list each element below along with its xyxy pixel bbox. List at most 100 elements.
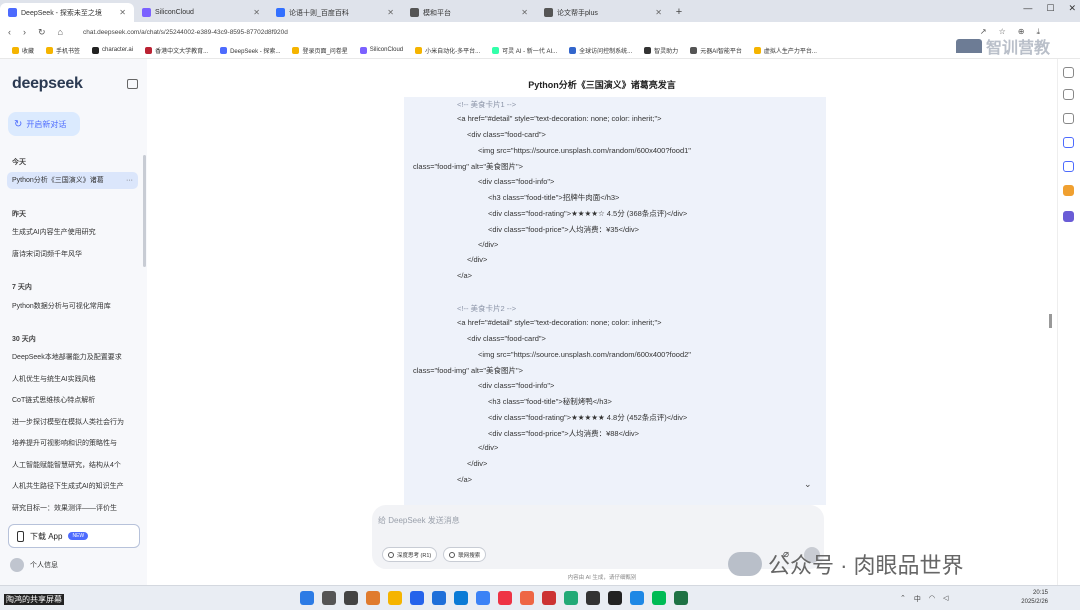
code-line: <div class="food-rating">★★★★☆ 4.5分 (368… — [488, 209, 688, 218]
compass-icon[interactable] — [1063, 113, 1074, 124]
wps-icon[interactable] — [542, 591, 556, 605]
deepthink-button[interactable]: 深度思考 (R1) — [382, 547, 438, 562]
taskbar-clock[interactable]: 20:15 2025/2/26 — [1021, 589, 1048, 607]
history-item[interactable]: Python数据分析与可视化常用库 — [12, 301, 138, 311]
tab-siliconcloud[interactable]: SiliconCloud ✕ — [134, 3, 268, 22]
bookmark-item[interactable]: 小米自动化-多平台... — [415, 46, 480, 55]
history-item[interactable]: 人工智能赋能智慧研究，结构从4个 — [12, 460, 138, 470]
code-line: </div> — [467, 459, 488, 468]
history-item[interactable]: 培养提升可视影响和识的策略性与 — [12, 438, 138, 448]
input-method-indicator[interactable]: 中 — [914, 594, 921, 604]
edge-icon[interactable] — [454, 591, 468, 605]
code-line: class="food-img" alt="美食图片"> — [413, 366, 524, 375]
wechat-app-icon[interactable] — [564, 591, 578, 605]
history-item[interactable]: 生成式AI内容生产使用研究 — [12, 227, 138, 237]
excel-icon[interactable] — [674, 591, 688, 605]
watermark-logo-icon — [955, 39, 982, 53]
avatar — [10, 558, 24, 572]
history-item[interactable]: DeepSeek本地部署能力及配置要求 — [12, 352, 138, 362]
more-options-icon[interactable]: ··· — [126, 172, 133, 189]
reload-icon[interactable]: ↻ — [38, 27, 46, 38]
app-icon[interactable] — [520, 591, 534, 605]
url-input[interactable]: chat.deepseek.com/a/chat/s/25244002-e389… — [83, 29, 968, 36]
bookmark-item[interactable]: character.ai — [92, 46, 133, 54]
share-indicator: 陶鸿的共享屏幕 — [4, 586, 64, 611]
app-icon[interactable] — [608, 591, 622, 605]
bookmark-item[interactable]: SiliconCloud — [359, 46, 403, 54]
new-chat-button[interactable]: ↻ 开启新对话 — [8, 112, 80, 136]
app-icon[interactable] — [1063, 211, 1074, 222]
person-icon[interactable] — [1063, 89, 1074, 100]
bookmark-item[interactable]: 虚拟人生产力平台... — [753, 46, 817, 55]
history-item[interactable]: 人机共生路径下生成式AI的知识生产 — [12, 481, 138, 491]
volume-icon[interactable]: ◁ — [943, 594, 948, 604]
new-tab-button[interactable]: + — [670, 3, 688, 22]
search-icon[interactable] — [322, 591, 336, 605]
history-group-label: 7 天内 — [12, 284, 32, 291]
task-view-icon[interactable] — [344, 591, 358, 605]
history-item[interactable]: CoT链式思维核心特点解析 — [12, 395, 138, 405]
meeting-icon[interactable] — [630, 591, 644, 605]
home-icon[interactable]: ⌂ — [58, 27, 63, 37]
deepthink-icon — [388, 551, 394, 558]
app-icon[interactable] — [652, 591, 666, 605]
bookmark-item[interactable]: 收藏 — [12, 46, 34, 55]
bookmark-item[interactable]: 全球访问控制系统... — [569, 46, 632, 55]
history-item[interactable]: 人机优生与统生AI实践风格 — [12, 374, 138, 384]
close-icon[interactable]: ✕ — [655, 8, 662, 17]
collapse-sidebar-icon[interactable] — [127, 79, 138, 89]
main-scrollbar[interactable] — [1049, 314, 1052, 328]
browser-app-icon[interactable] — [366, 591, 380, 605]
profile-button[interactable]: 个人信息 — [10, 558, 58, 572]
chrome-icon[interactable] — [498, 591, 512, 605]
translate-icon[interactable] — [1063, 137, 1074, 148]
folder-icon — [753, 46, 761, 54]
window-controls: — ☐ ✕ — [1023, 3, 1076, 14]
maximize-icon[interactable]: ☐ — [1046, 3, 1054, 14]
tools-icon[interactable] — [1063, 185, 1074, 196]
tab-deepseek[interactable]: DeepSeek - 探索未至之境 ✕ — [0, 3, 134, 22]
code-line: </div> — [478, 240, 499, 249]
search-icon[interactable] — [1063, 67, 1074, 78]
store-icon[interactable] — [432, 591, 446, 605]
tab-baike[interactable]: 论语十则_百度百科 ✕ — [268, 3, 402, 22]
tray-arrow-icon[interactable]: ⌃ — [900, 594, 906, 604]
bookmark-item[interactable]: 手机书签 — [46, 46, 80, 55]
sidebar-scrollbar[interactable] — [143, 155, 146, 267]
tab-paper[interactable]: 论文帮手plus ✕ — [536, 3, 670, 22]
minimize-icon[interactable]: — — [1023, 3, 1032, 14]
web-search-button[interactable]: 联网搜索 — [443, 547, 487, 562]
history-item-active[interactable]: Python分析《三国演义》诸葛 ··· — [7, 172, 138, 189]
file-explorer-icon[interactable] — [388, 591, 402, 605]
history-item[interactable]: 唐诗宋词词频千年风华 — [12, 249, 138, 259]
mail-icon[interactable] — [410, 591, 424, 605]
app-icon[interactable] — [476, 591, 490, 605]
bookmark-item[interactable]: 登录页面_问卷星 — [292, 46, 348, 55]
bookmark-item[interactable]: 元器AI智能平台 — [690, 46, 742, 55]
zhiling-icon — [644, 46, 652, 54]
code-line: <h3 class="food-title">招牌牛肉面</h3> — [488, 193, 620, 202]
close-icon[interactable]: ✕ — [387, 8, 394, 17]
download-app-button[interactable]: 下载 App NEW — [8, 524, 140, 548]
windows-start-icon[interactable] — [300, 591, 314, 605]
close-window-icon[interactable]: ✕ — [1068, 3, 1076, 14]
history-item[interactable]: 研究目标一：效果测评——评价生 — [12, 503, 138, 513]
history-item[interactable]: 进一步探讨模型在模拟人类社会行为 — [12, 417, 138, 427]
close-icon[interactable]: ✕ — [119, 8, 126, 17]
scroll-down-icon[interactable]: ⌄ — [804, 479, 812, 490]
forward-icon[interactable]: › — [23, 27, 26, 37]
code-line: <div class="food-info"> — [478, 177, 555, 186]
close-icon[interactable]: ✕ — [253, 8, 260, 17]
close-icon[interactable]: ✕ — [521, 8, 528, 17]
tab-platform[interactable]: 模和平台 ✕ — [402, 3, 536, 22]
message-input[interactable]: 给 DeepSeek 发送消息 — [378, 515, 460, 526]
back-icon[interactable]: ‹ — [8, 27, 11, 37]
game-icon[interactable] — [1063, 161, 1074, 172]
wifi-icon[interactable]: ◠ — [929, 594, 935, 604]
code-line: <div class="food-card"> — [467, 130, 546, 139]
terminal-icon[interactable] — [586, 591, 600, 605]
bookmark-item[interactable]: DeepSeek - 探索... — [220, 46, 280, 55]
bookmark-item[interactable]: 智灵助力 — [644, 46, 678, 55]
bookmark-item[interactable]: 可灵 AI - 新一代 AI... — [492, 46, 557, 55]
bookmark-item[interactable]: 香港中文大学教育... — [145, 46, 208, 55]
